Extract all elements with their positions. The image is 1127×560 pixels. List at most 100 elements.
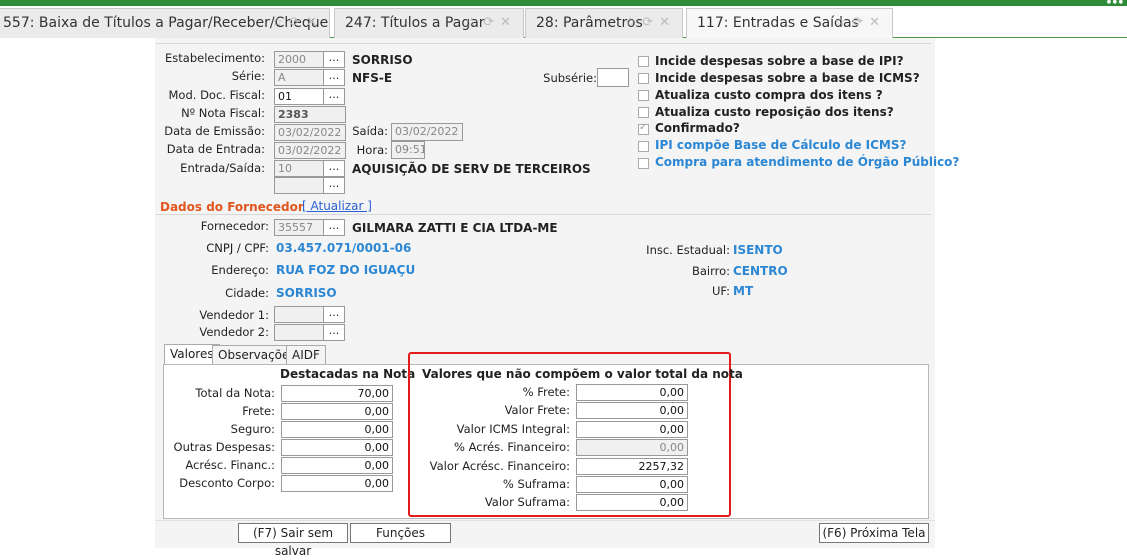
estabelecimento-name: SORRISO [352,53,413,67]
divider [155,214,931,215]
hora-input[interactable]: 09:51 [391,141,425,159]
vendedor2-lookup-button[interactable]: ... [323,324,345,341]
refresh-link[interactable]: [ Atualizar ] [302,199,372,213]
fornecedor-label: Fornecedor: [200,219,269,233]
next-screen-button[interactable]: (F6) Próxima Tela [819,523,929,543]
total-nota-label: Total da Nota: [195,386,275,400]
endereco-label: Endereço: [211,263,269,277]
data-entrada-input[interactable]: 03/02/2022 [274,142,346,159]
valor-acresc-financeiro-label: Valor Acrésc. Financeiro: [429,459,570,473]
cnpj-value: 03.457.071/0001-06 [276,241,412,255]
cidade-label: Cidade: [225,286,269,300]
valor-suframa-label: Valor Suframa: [484,495,570,509]
serie-label: Série: [231,69,265,83]
valor-frete-input[interactable]: 0,00 [576,402,688,419]
mod-doc-fiscal-label: Mod. Doc. Fiscal: [168,88,266,102]
estabelecimento-label: Estabelecimento: [165,51,265,65]
opt-ipi-checkbox[interactable] [638,56,649,67]
opt-ipi-label: Incide despesas sobre a base de IPI? [655,54,904,68]
mod-doc-lookup-button[interactable]: ... [323,88,345,105]
destacadas-title: Destacadas na Nota [280,367,416,381]
subserie-label: Subsérie: [543,71,597,85]
opt-orgao-publico-checkbox[interactable] [638,158,649,169]
tab-entradas-saidas[interactable]: 117: Entradas e Saídas ☆⟳✕ [686,8,893,38]
tab-controls-icon[interactable]: ☆⟳✕ [272,9,323,37]
outras-despesas-input[interactable]: 0,00 [281,439,393,456]
uf-value: MT [733,284,754,298]
tab-parametros[interactable]: 28: Parâmetros ☆⟳✕ [525,8,683,38]
entrada-saida-label: Entrada/Saída: [180,161,265,175]
serie-name: NFS-E [352,71,393,85]
data-entrada-label: Data de Entrada: [166,142,265,156]
saida-input[interactable]: 03/02/2022 [391,123,463,141]
bairro-label: Bairro: [691,264,730,278]
fornecedor-lookup-button[interactable]: ... [323,219,345,236]
seguro-label: Seguro: [230,422,275,436]
vendedor2-input[interactable] [274,324,324,341]
subtab-aidf[interactable]: AIDF [286,345,326,365]
saida-label: Saída: [352,124,388,138]
vendedor1-label: Vendedor 1: [199,308,269,322]
opt-ipi-base-icms-checkbox[interactable] [638,141,649,152]
valor-icms-integral-input[interactable]: 0,00 [576,421,688,438]
nota-fiscal-input[interactable]: 2383 [274,106,346,123]
entrada-saida-lookup-button[interactable]: ... [323,160,345,177]
divider [155,43,931,44]
estabelecimento-code-input[interactable]: 2000 [274,51,324,68]
tab-controls-icon[interactable]: ☆⟳✕ [625,9,676,37]
pct-frete-label: % Frete: [522,385,570,399]
opt-custo-reposicao-checkbox[interactable] [638,107,649,118]
opt-icms-checkbox[interactable] [638,73,649,84]
fornecedor-name: GILMARA ZATTI E CIA LTDA-ME [352,221,558,235]
exit-without-save-button[interactable]: (F7) Sair sem salvar [238,523,348,558]
frete-label: Frete: [242,404,275,418]
pct-suframa-input[interactable]: 0,00 [576,476,688,493]
tab-label: 247: Títulos a Pagar [345,15,485,31]
pct-frete-input[interactable]: 0,00 [576,384,688,401]
opt-icms-label: Incide despesas sobre a base de ICMS? [655,71,920,85]
serie-lookup-button[interactable]: ... [323,69,345,86]
opt-orgao-publico-label: Compra para atendimento de Órgão Público… [655,155,960,169]
subserie-input[interactable] [597,68,629,87]
opt-ipi-base-icms-label: IPI compõe Base de Cálculo de ICMS? [655,138,907,152]
nota-fiscal-label: Nº Nota Fiscal: [181,106,265,120]
vendedor1-lookup-button[interactable]: ... [323,306,345,323]
entrada-saida-code-input[interactable]: 10 [274,160,324,177]
opt-custo-compra-checkbox[interactable] [638,90,649,101]
tab-controls-icon[interactable]: ☆⟳✕ [835,9,886,37]
tab-controls-icon[interactable]: ☆⟳✕ [466,9,517,37]
bairro-value: CENTRO [733,264,788,278]
cnpj-label: CNPJ / CPF: [206,241,269,255]
seguro-input[interactable]: 0,00 [281,421,393,438]
valor-suframa-input[interactable]: 0,00 [576,494,688,511]
opt-confirmado-checkbox[interactable] [638,122,649,135]
pct-acres-financeiro-input[interactable]: 0,00 [576,439,688,456]
valor-icms-integral-label: Valor ICMS Integral: [456,422,570,436]
fornecedor-code-input[interactable]: 35557 [274,219,324,236]
insc-estadual-label: Insc. Estadual: [646,243,730,257]
data-emissao-input[interactable]: 03/02/2022 [274,124,346,141]
valor-acresc-financeiro-input[interactable]: 2257,32 [576,458,688,475]
insc-estadual-value: ISENTO [733,243,783,257]
mod-doc-fiscal-input[interactable]: 01 [274,88,324,105]
pct-acres-financeiro-label: % Acrés. Financeiro: [454,440,570,454]
outras-despesas-label: Outras Despesas: [173,440,275,454]
right-values-title: Valores que não compõem o valor total da… [422,367,743,381]
total-nota-input[interactable]: 70,00 [281,385,393,402]
extra-code-input[interactable] [274,177,324,194]
desconto-corpo-input[interactable]: 0,00 [281,475,393,492]
extra-lookup-button[interactable]: ... [323,177,345,194]
frete-input[interactable]: 0,00 [281,403,393,420]
vendedor1-input[interactable] [274,306,324,323]
tab-bar: 557: Baixa de Títulos a Pagar/Receber/Ch… [0,6,1127,38]
functions-button[interactable]: Funções [350,523,451,543]
entrada-saida-name: AQUISIÇÃO DE SERV DE TERCEIROS [352,162,591,176]
cidade-value: SORRISO [276,286,337,300]
acresc-financ-label: Acrésc. Financ.: [185,458,275,472]
acresc-financ-input[interactable]: 0,00 [281,457,393,474]
tab-titulos-pagar[interactable]: 247: Títulos a Pagar ☆⟳✕ [334,8,524,38]
estabelecimento-lookup-button[interactable]: ... [323,51,345,68]
serie-input[interactable]: A [274,69,324,86]
vendedor2-label: Vendedor 2: [199,325,269,339]
tab-baixa-titulos[interactable]: 557: Baixa de Títulos a Pagar/Receber/Ch… [0,8,330,38]
